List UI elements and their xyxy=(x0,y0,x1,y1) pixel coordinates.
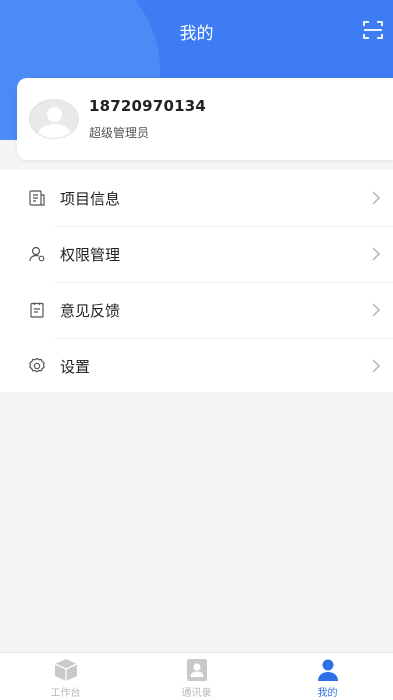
scan-button[interactable] xyxy=(361,18,385,42)
menu-item-permission[interactable]: 权限管理 xyxy=(0,226,393,282)
user-phone: 18720970134 xyxy=(89,97,207,115)
screen: 我的 18720970134 超级管理员 项目信息 权限管理 意见反馈 设置 工… xyxy=(0,0,393,700)
chevron-right-icon xyxy=(371,359,381,373)
tab-mine[interactable]: 我的 xyxy=(262,653,393,700)
tab-label: 工作台 xyxy=(50,688,81,699)
page-title: 我的 xyxy=(179,24,214,44)
chevron-right-icon xyxy=(371,247,381,261)
bottom-tabbar: 工作台 通讯录 我的 xyxy=(0,652,393,700)
tab-label: 通讯录 xyxy=(181,688,212,699)
menu-item-label: 意见反馈 xyxy=(60,301,121,320)
profile-card[interactable]: 18720970134 超级管理员 xyxy=(17,78,393,160)
menu-item-label: 权限管理 xyxy=(60,245,121,264)
menu-item-label: 设置 xyxy=(60,357,91,376)
menu-item-label: 项目信息 xyxy=(60,189,121,208)
user-permission-icon xyxy=(28,245,46,263)
tab-workbench[interactable]: 工作台 xyxy=(0,653,131,700)
menu-item-project-info[interactable]: 项目信息 xyxy=(0,170,393,226)
menu-list: 项目信息 权限管理 意见反馈 设置 xyxy=(0,170,393,392)
user-role: 超级管理员 xyxy=(89,126,150,140)
feedback-icon xyxy=(28,301,46,319)
cube-icon xyxy=(53,658,79,682)
tab-contacts[interactable]: 通讯录 xyxy=(131,653,262,700)
person-icon xyxy=(315,658,341,682)
chevron-right-icon xyxy=(371,191,381,205)
scan-icon xyxy=(363,21,383,39)
user-info: 18720970134 超级管理员 xyxy=(89,97,206,141)
gear-icon xyxy=(28,357,46,375)
avatar xyxy=(29,99,79,139)
document-icon xyxy=(28,189,46,207)
tab-label: 我的 xyxy=(317,688,338,699)
contacts-icon xyxy=(184,658,210,682)
menu-item-feedback[interactable]: 意见反馈 xyxy=(0,282,393,338)
menu-item-settings[interactable]: 设置 xyxy=(0,338,393,394)
chevron-right-icon xyxy=(371,303,381,317)
